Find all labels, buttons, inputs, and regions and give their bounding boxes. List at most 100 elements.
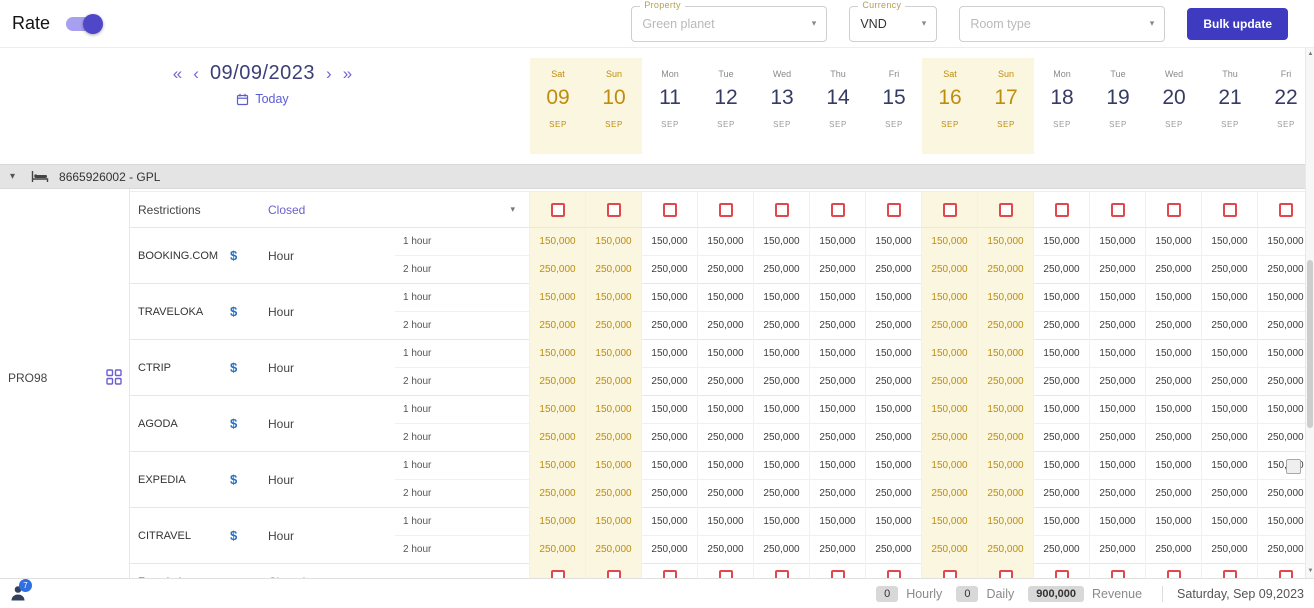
rate-cell[interactable]: 150,000 [810, 396, 866, 424]
rate-cell[interactable]: 250,000 [586, 256, 642, 284]
rate-cell[interactable]: 250,000 [586, 368, 642, 396]
closed-checkbox[interactable] [719, 570, 733, 578]
next-day-arrow[interactable]: › [326, 65, 332, 82]
rate-cell[interactable]: 150,000 [1146, 228, 1202, 256]
closed-checkbox[interactable] [831, 203, 845, 217]
rate-cell[interactable]: 150,000 [530, 228, 586, 256]
closed-checkbox[interactable] [1223, 203, 1237, 217]
rate-cell[interactable]: 150,000 [530, 396, 586, 424]
rate-cell[interactable]: 250,000 [1146, 424, 1202, 452]
rate-cell[interactable]: 150,000 [1258, 340, 1306, 368]
closed-checkbox[interactable] [663, 570, 677, 578]
rate-cell[interactable]: 250,000 [1202, 368, 1258, 396]
rate-cell[interactable]: 250,000 [1034, 256, 1090, 284]
rate-cell[interactable]: 250,000 [1258, 480, 1306, 508]
rate-cell[interactable]: 150,000 [1090, 228, 1146, 256]
rate-cell[interactable]: 150,000 [754, 228, 810, 256]
rate-cell[interactable]: 150,000 [1202, 228, 1258, 256]
rate-cell[interactable]: 250,000 [698, 368, 754, 396]
rate-cell[interactable]: 150,000 [866, 284, 922, 312]
date-column-header[interactable]: Mon11SEP [642, 58, 698, 154]
rate-cell[interactable]: 250,000 [754, 480, 810, 508]
rate-cell[interactable]: 250,000 [978, 312, 1034, 340]
rate-cell[interactable]: 150,000 [530, 284, 586, 312]
rate-cell[interactable]: 150,000 [1258, 284, 1306, 312]
closed-checkbox[interactable] [831, 570, 845, 578]
rate-cell[interactable]: 250,000 [1090, 536, 1146, 564]
rate-cell[interactable]: 250,000 [1034, 424, 1090, 452]
rate-cell[interactable]: 150,000 [866, 508, 922, 536]
closed-checkbox[interactable] [1279, 203, 1293, 217]
rate-cell[interactable]: 150,000 [698, 508, 754, 536]
closed-checkbox[interactable] [1223, 570, 1237, 578]
rate-cell[interactable]: 250,000 [642, 312, 698, 340]
rate-cell[interactable]: 250,000 [1090, 368, 1146, 396]
currency-dollar-icon[interactable]: $ [230, 452, 260, 507]
rate-cell[interactable]: 250,000 [866, 256, 922, 284]
rate-cell[interactable]: 250,000 [1258, 424, 1306, 452]
rate-cell[interactable]: 250,000 [642, 424, 698, 452]
rate-cell[interactable]: 150,000 [1090, 284, 1146, 312]
rate-cell[interactable]: 250,000 [1034, 536, 1090, 564]
rate-cell[interactable]: 150,000 [586, 228, 642, 256]
rate-cell[interactable]: 150,000 [922, 340, 978, 368]
rate-cell[interactable]: 150,000 [1146, 340, 1202, 368]
rate-cell[interactable]: 250,000 [922, 312, 978, 340]
group-icon[interactable] [106, 369, 122, 385]
rate-cell[interactable]: 250,000 [1202, 536, 1258, 564]
rate-cell[interactable]: 250,000 [1146, 480, 1202, 508]
date-column-header[interactable]: Fri22SEP [1258, 58, 1306, 154]
closed-checkbox[interactable] [551, 203, 565, 217]
closed-checkbox[interactable] [775, 570, 789, 578]
closed-checkbox[interactable] [1055, 570, 1069, 578]
rate-cell[interactable]: 150,000 [1146, 284, 1202, 312]
rate-cell[interactable]: 250,000 [1146, 312, 1202, 340]
rate-cell[interactable]: 250,000 [754, 536, 810, 564]
closed-checkbox[interactable] [1055, 203, 1069, 217]
closed-checkbox[interactable] [1167, 570, 1181, 578]
closed-checkbox[interactable] [887, 570, 901, 578]
date-column-header[interactable]: Thu14SEP [810, 58, 866, 154]
rate-cell[interactable]: 150,000 [810, 284, 866, 312]
scrollbar-thumb[interactable] [1307, 260, 1313, 428]
last-page-arrow[interactable]: » [343, 65, 352, 82]
currency-dollar-icon[interactable]: $ [230, 284, 260, 339]
restriction-dropdown[interactable]: Closed▾ [260, 564, 530, 578]
rate-cell[interactable]: 250,000 [1146, 536, 1202, 564]
date-column-header[interactable]: Sun10SEP [586, 58, 642, 154]
rate-cell[interactable]: 250,000 [530, 424, 586, 452]
rate-cell[interactable]: 250,000 [642, 536, 698, 564]
rate-cell[interactable]: 250,000 [1258, 256, 1306, 284]
rate-cell[interactable]: 250,000 [586, 536, 642, 564]
rate-cell[interactable]: 150,000 [922, 508, 978, 536]
rate-cell[interactable]: 150,000 [1202, 452, 1258, 480]
rate-cell[interactable]: 150,000 [1146, 396, 1202, 424]
rate-cell[interactable]: 250,000 [1258, 536, 1306, 564]
rate-cell[interactable]: 150,000 [810, 340, 866, 368]
closed-checkbox[interactable] [607, 570, 621, 578]
closed-checkbox[interactable] [887, 203, 901, 217]
rate-cell[interactable]: 150,000 [1146, 452, 1202, 480]
rate-cell[interactable]: 150,000 [1034, 452, 1090, 480]
rate-cell[interactable]: 250,000 [586, 480, 642, 508]
rate-cell[interactable]: 150,000 [810, 508, 866, 536]
property-select[interactable]: Property Green planet ▾ [631, 6, 827, 42]
rate-cell[interactable]: 250,000 [866, 424, 922, 452]
rate-cell[interactable]: 150,000 [978, 452, 1034, 480]
rate-cell[interactable]: 150,000 [922, 228, 978, 256]
scroll-up-arrow[interactable]: ▲ [1306, 51, 1314, 57]
rate-cell[interactable]: 150,000 [754, 396, 810, 424]
scroll-down-arrow[interactable]: ▼ [1306, 568, 1314, 574]
rate-cell[interactable]: 150,000 [922, 452, 978, 480]
rate-cell[interactable]: 150,000 [866, 396, 922, 424]
rate-cell[interactable]: 250,000 [1202, 312, 1258, 340]
rate-cell[interactable]: 250,000 [866, 536, 922, 564]
rate-cell[interactable]: 250,000 [586, 312, 642, 340]
closed-checkbox[interactable] [1111, 203, 1125, 217]
currency-select[interactable]: Currency VND ▾ [849, 6, 937, 42]
rate-cell[interactable]: 250,000 [1090, 480, 1146, 508]
rate-cell[interactable]: 250,000 [866, 480, 922, 508]
date-column-header[interactable]: Wed20SEP [1146, 58, 1202, 154]
scroll-handle[interactable] [1286, 459, 1301, 474]
rate-cell[interactable]: 150,000 [642, 452, 698, 480]
